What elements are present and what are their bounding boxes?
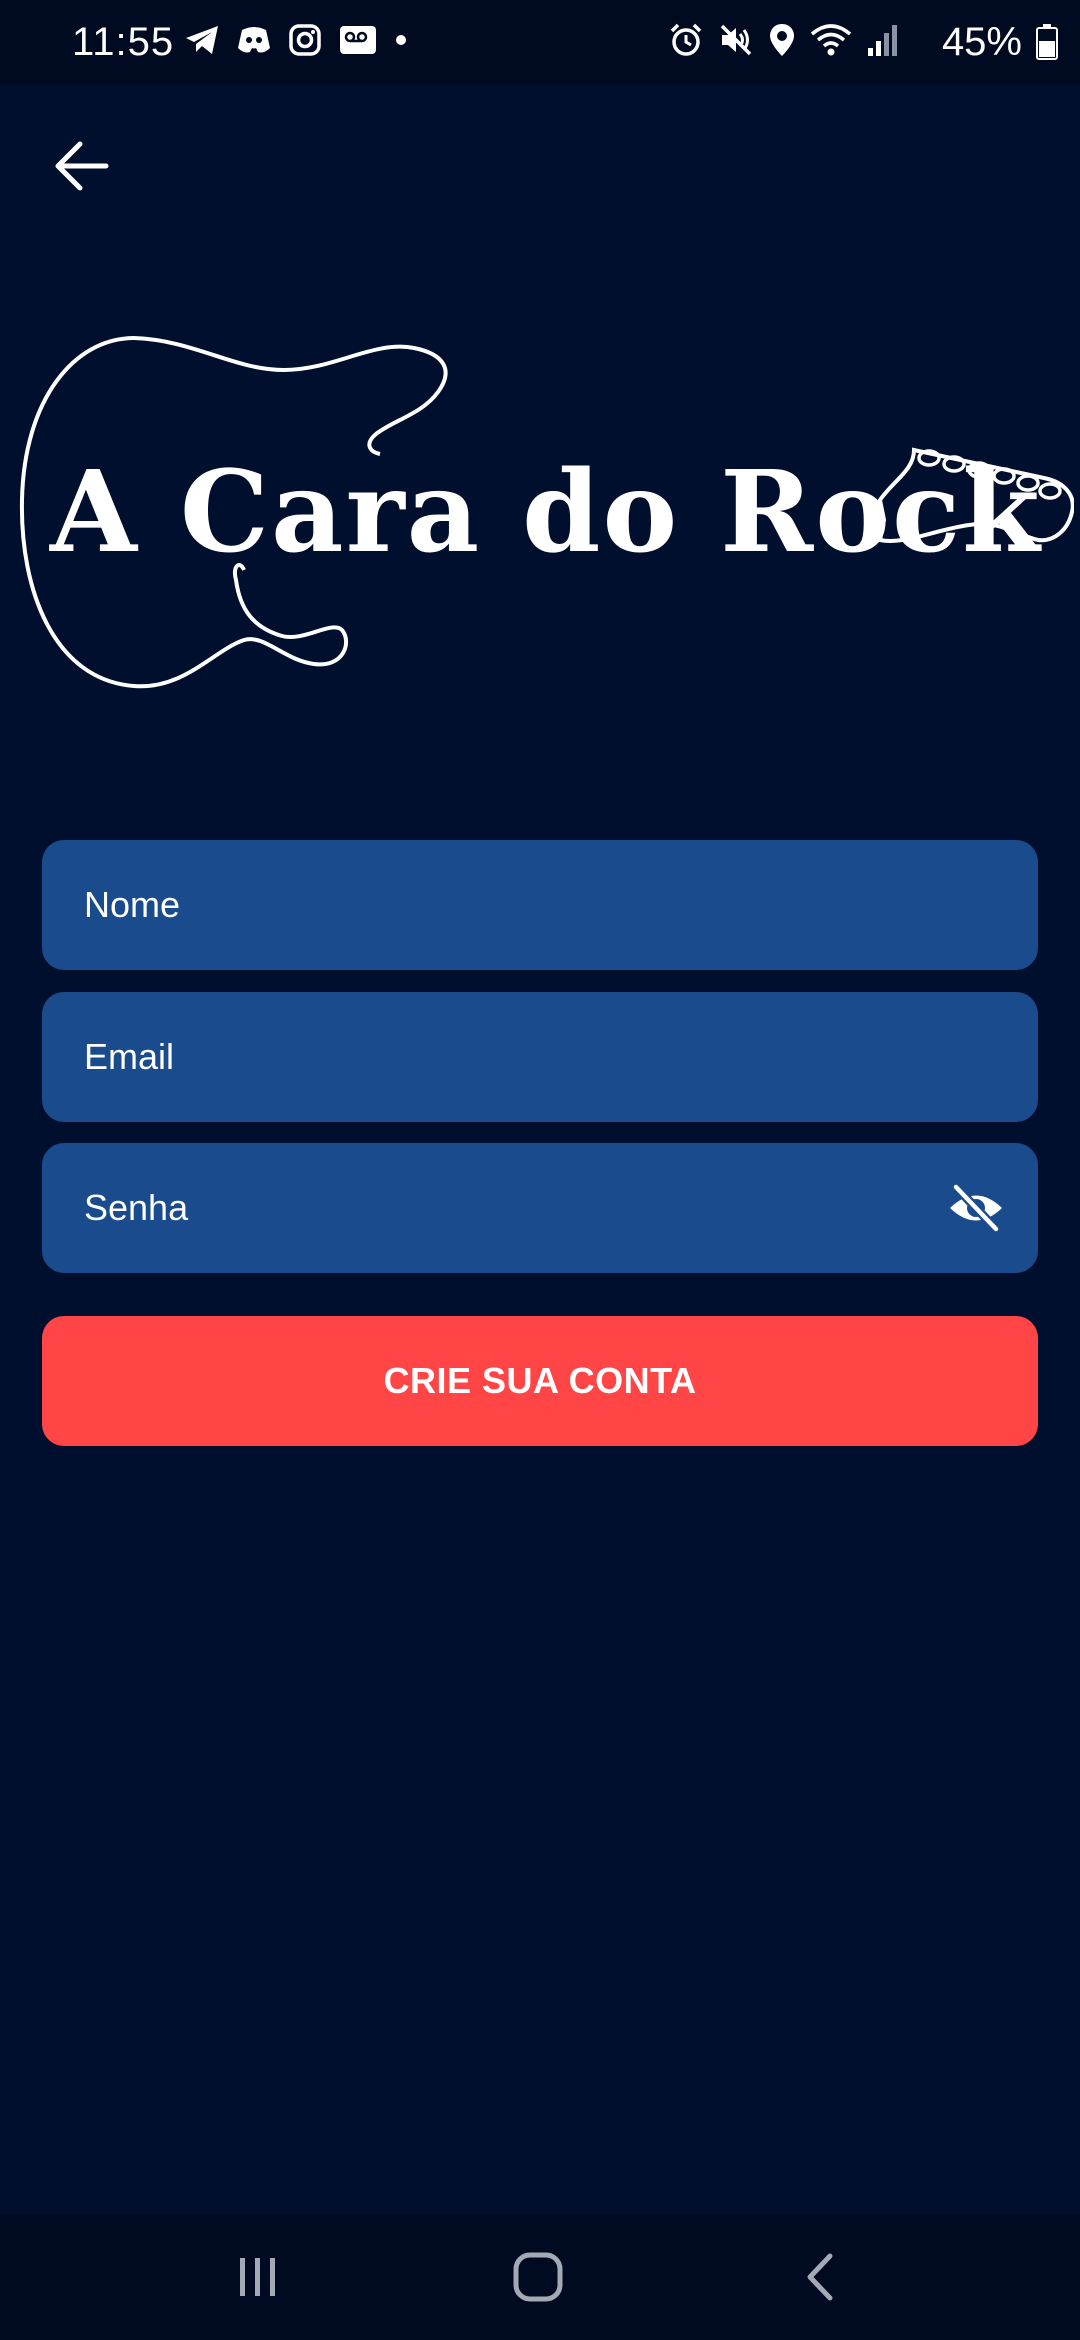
email-input[interactable] <box>84 1036 944 1078</box>
location-icon <box>768 22 796 63</box>
back-button[interactable] <box>44 128 120 204</box>
telegram-icon <box>184 24 220 61</box>
logo-text: A Cara do Rock <box>50 447 1042 578</box>
voicemail-icon <box>338 23 378 62</box>
signal-icon <box>866 22 900 63</box>
name-input[interactable] <box>84 884 944 926</box>
password-field[interactable] <box>42 1143 1038 1273</box>
mute-icon <box>718 22 754 63</box>
discord-icon <box>236 24 272 61</box>
battery-percentage: 45% <box>941 20 1022 64</box>
alarm-icon <box>668 22 704 63</box>
status-notification-icons <box>184 20 408 64</box>
battery-icon <box>1036 24 1058 65</box>
chevron-left-icon <box>807 2253 833 2301</box>
dot-icon <box>394 33 408 52</box>
system-back-button[interactable] <box>740 2214 900 2340</box>
create-account-button[interactable]: CRIE SUA CONTA <box>42 1316 1038 1446</box>
signup-screen: 11:55 45% A Cara do Rock Nome Email CRIE… <box>0 0 1080 2340</box>
status-bar: 11:55 45% <box>0 0 1080 84</box>
arrow-left-icon <box>55 141 109 191</box>
recents-button[interactable] <box>178 2214 338 2340</box>
status-system-icons <box>668 20 900 64</box>
navigation-bar <box>0 2214 1080 2340</box>
status-time: 11:55 <box>72 20 175 64</box>
name-field[interactable] <box>42 840 1038 970</box>
wifi-icon <box>810 22 852 63</box>
recents-icon <box>240 2258 275 2296</box>
password-input[interactable] <box>84 1187 944 1229</box>
home-button[interactable] <box>458 2214 618 2340</box>
eye-off-icon <box>950 1183 1002 1233</box>
instagram-icon <box>288 23 322 62</box>
email-field[interactable] <box>42 992 1038 1122</box>
toggle-password-visibility-button[interactable] <box>944 1176 1008 1240</box>
home-icon <box>513 2252 563 2302</box>
